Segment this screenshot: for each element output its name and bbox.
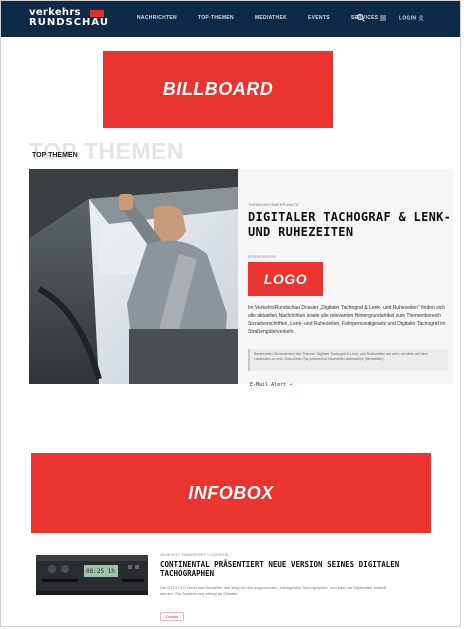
nav-item-nachrichten[interactable]: NACHRICHTEN [137,15,177,21]
featured-body-text: Im VerkehrsRundschau Dossier „Digitaler … [248,305,446,335]
email-alert-label: E-Mail Alert [250,382,287,388]
article-meta: 28.06.2017 TRANSPORT + LOGISTIK [160,552,229,557]
top-themen-title: TOP THEMEN [32,152,78,159]
sponsored-label: SPONSORED BY [248,255,277,259]
logo-placeholder: LOGO [248,262,323,296]
nav-item-events[interactable]: EVENTS [308,15,330,21]
article-title[interactable]: CONTINENTAL PRÄSENTIERT NEUE VERSION SEI… [160,560,430,578]
truck-driver-photo[interactable] [29,169,238,384]
email-alert-notice: Bestimmten Sie kostenfrei den Themen 'Di… [248,349,448,371]
user-icon [418,15,424,21]
logo-mark [90,10,104,17]
details-button[interactable]: Details [160,612,185,621]
tachograph-device-photo[interactable]: 08:25 1h 25 [32,549,152,601]
nav-item-mediathek[interactable]: MEDIATHEK [255,15,287,21]
menu-icon[interactable] [378,13,388,23]
search-icon[interactable] [356,13,366,23]
featured-headline[interactable]: DIGITALER TACHOGRAF & LENK- UND RUHEZEIT… [248,210,453,240]
login-link[interactable]: LOGIN [399,15,424,21]
article-teaser: Der DTCO 3.0 ebnet laut Hersteller den W… [160,585,387,596]
featured-kicker: THEMENSCHWERPUNKTE [248,202,299,207]
arrow-right-icon: → [289,381,293,388]
email-alert-link[interactable]: E-Mail Alert → [250,381,293,388]
login-label: LOGIN [399,15,417,22]
infobox-placeholder: INFOBOX [31,453,431,533]
page-frame: verkehrs RUNDSCHAU NACHRICHTEN TOP-THEME… [0,0,461,627]
device-display-text: 08:25 1h 25 [86,568,126,575]
billboard-placeholder: BILLBOARD [103,51,333,128]
logo-bottom-text: RUNDSCHAU [29,17,109,28]
nav-item-top-themen[interactable]: TOP-THEMEN [198,15,234,21]
site-header: verkehrs RUNDSCHAU NACHRICHTEN TOP-THEME… [1,1,460,37]
